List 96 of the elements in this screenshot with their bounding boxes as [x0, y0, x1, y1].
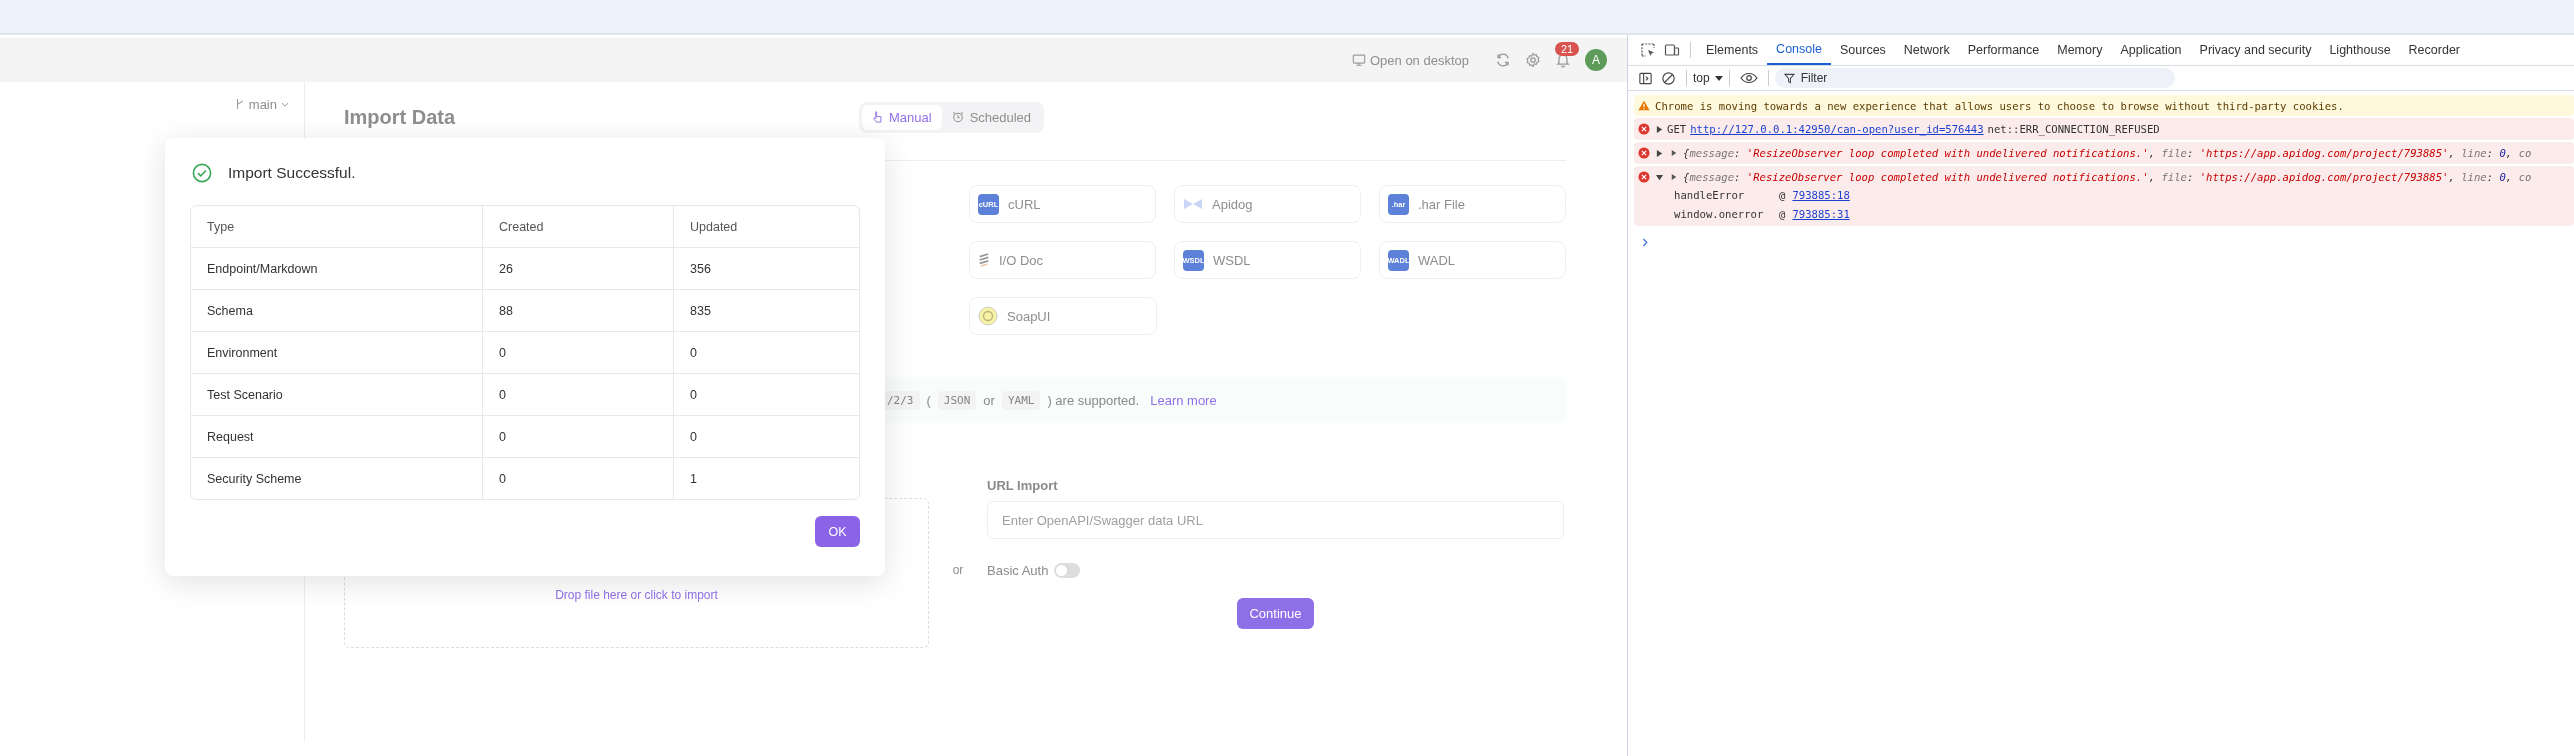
eye-icon[interactable]	[1739, 72, 1758, 84]
mode-tab[interactable]: Manual	[862, 104, 942, 130]
table-cell: 356	[673, 248, 859, 289]
table-cell: 0	[482, 374, 673, 415]
stripes-logo-icon	[978, 252, 990, 268]
ok-button[interactable]: OK	[815, 516, 860, 547]
column-header: Created	[482, 206, 673, 247]
branch-selector[interactable]: main	[234, 96, 289, 112]
notification-badge: 21	[1555, 42, 1580, 56]
source-location-link[interactable]: 793885:31	[1792, 207, 1850, 220]
device-toolbar-icon[interactable]	[1664, 42, 1680, 58]
devtools-tab[interactable]: Recorder	[2399, 35, 2469, 65]
table-cell: 835	[673, 290, 859, 331]
bowtie-logo-icon	[1183, 197, 1203, 211]
url-input-field[interactable]: Enter OpenAPI/Swagger data URL	[987, 501, 1564, 539]
stack-function: handleError	[1674, 188, 1746, 201]
error-message: net::ERR_CONNECTION_REFUSED	[1987, 123, 2160, 135]
branch-icon	[234, 98, 245, 110]
filter-field[interactable]: Filter	[1774, 68, 2175, 88]
check-circle-icon	[192, 163, 212, 183]
error-icon	[1638, 171, 1650, 183]
column-header: Updated	[673, 206, 859, 247]
format-code: JSON	[937, 390, 977, 410]
table-cell-text: Schema	[206, 302, 254, 320]
notice-text: ) are supported.	[1047, 392, 1140, 408]
error-icon	[1638, 147, 1650, 159]
inspect-element-icon[interactable]	[1640, 42, 1656, 58]
pointer-icon	[872, 111, 883, 123]
table-cell-text: Security Scheme	[206, 470, 303, 488]
source-card[interactable]: Apidog	[1174, 185, 1361, 223]
devtools-tab[interactable]: Sources	[1831, 35, 1895, 65]
table-cell: 0	[482, 332, 673, 373]
devtools-tab[interactable]: Console	[1767, 35, 1831, 65]
monitor-icon	[1351, 53, 1366, 67]
badge-logo-icon	[978, 306, 998, 326]
source-card[interactable]: SoapUI	[969, 297, 1157, 335]
stack-at-sign: @	[1779, 188, 1786, 201]
basic-auth-toggle[interactable]	[1054, 563, 1081, 578]
error-object-preview: {message: 'ResizeObserver loop completed with undelivered notifications.', file: 'https://app.apidog.com/project/793885', line: 0, co	[1683, 147, 2532, 159]
devtools-tab[interactable]: Performance	[1958, 35, 2049, 65]
warning-icon	[1638, 100, 1650, 111]
mode-tab[interactable]: Scheduled	[941, 104, 1042, 130]
table-cell-text: Test Scenario	[206, 386, 284, 404]
table-cell: 0	[673, 374, 859, 415]
user-avatar[interactable]: A	[1585, 49, 1607, 71]
table-cell: 88	[482, 290, 673, 331]
object-expand-icon[interactable]	[1671, 150, 1677, 156]
devtools-tab[interactable]: Elements	[1697, 35, 1768, 65]
object-expand-icon[interactable]	[1671, 174, 1677, 180]
alarm-clock-icon	[951, 111, 964, 123]
notice-text: or	[983, 392, 995, 408]
settings-icon[interactable]	[1525, 52, 1541, 68]
table-cell: 1	[673, 458, 859, 499]
table-cell: 0	[673, 332, 859, 373]
open-on-desktop-link[interactable]: Open on desktop	[1351, 52, 1469, 68]
expand-triangle-icon[interactable]	[1656, 173, 1663, 181]
learn-more-link[interactable]: Learn more	[1150, 392, 1217, 408]
devtools-tab[interactable]: Application	[2111, 35, 2191, 65]
sync-icon[interactable]	[1495, 52, 1511, 68]
table-cell-text: Endpoint/Markdown	[206, 260, 319, 278]
url-import-label: URL Import	[987, 478, 1058, 493]
devtools-tab[interactable]: Memory	[2048, 35, 2112, 65]
table-cell: 26	[482, 248, 673, 289]
caret-icon	[281, 101, 289, 107]
stack-function: window.onerror	[1674, 207, 1765, 220]
column-header: Type	[206, 218, 236, 236]
table-cell: 0	[673, 416, 859, 457]
devtools-tab[interactable]: Privacy and security	[2190, 35, 2321, 65]
error-icon	[1638, 123, 1650, 135]
format-code: YAML	[1001, 390, 1041, 410]
expand-triangle-icon[interactable]	[1656, 125, 1663, 133]
source-card[interactable]: I/O Doc	[969, 241, 1156, 279]
devtools-tab[interactable]: Lighthouse	[2320, 35, 2400, 65]
source-location-link[interactable]: 793885:18	[1792, 188, 1850, 201]
context-selector[interactable]: top	[1693, 71, 1723, 85]
basic-auth-label: Basic Auth	[987, 563, 1049, 578]
error-object-preview: {message: 'ResizeObserver loop completed with undelivered notifications.', file: 'https://app.apidog.com/project/793885', line: 0, co	[1683, 171, 2532, 183]
stack-at-sign: @	[1779, 207, 1786, 220]
clear-console-icon[interactable]	[1661, 70, 1676, 86]
sidebar-toggle-icon[interactable]	[1638, 70, 1653, 86]
table-cell: 0	[482, 458, 673, 499]
devtools-tab[interactable]: Network	[1894, 35, 1959, 65]
table-cell: 0	[482, 416, 673, 457]
warning-message: Chrome is moving towards a new experience that allows users to choose to browse without third-party cookies.	[1655, 99, 2344, 112]
notice-text: (	[926, 392, 931, 408]
table-cell-text: Environment	[206, 344, 279, 362]
caret-icon	[1714, 75, 1723, 81]
or-divider-text: or	[952, 563, 964, 577]
request-method: GET	[1667, 123, 1687, 135]
dialog-title: Import Successful.	[228, 164, 356, 182]
expand-triangle-icon[interactable]	[1656, 149, 1663, 157]
continue-button[interactable]: Continue	[1237, 598, 1314, 629]
request-url-link[interactable]: http://127.0.0.1:42950/can-open?user_id=576443	[1690, 123, 1984, 135]
prompt-chevron-icon[interactable]	[1642, 238, 1649, 247]
table-cell-text: Request	[206, 428, 255, 446]
page-title: Import Data	[344, 105, 457, 129]
